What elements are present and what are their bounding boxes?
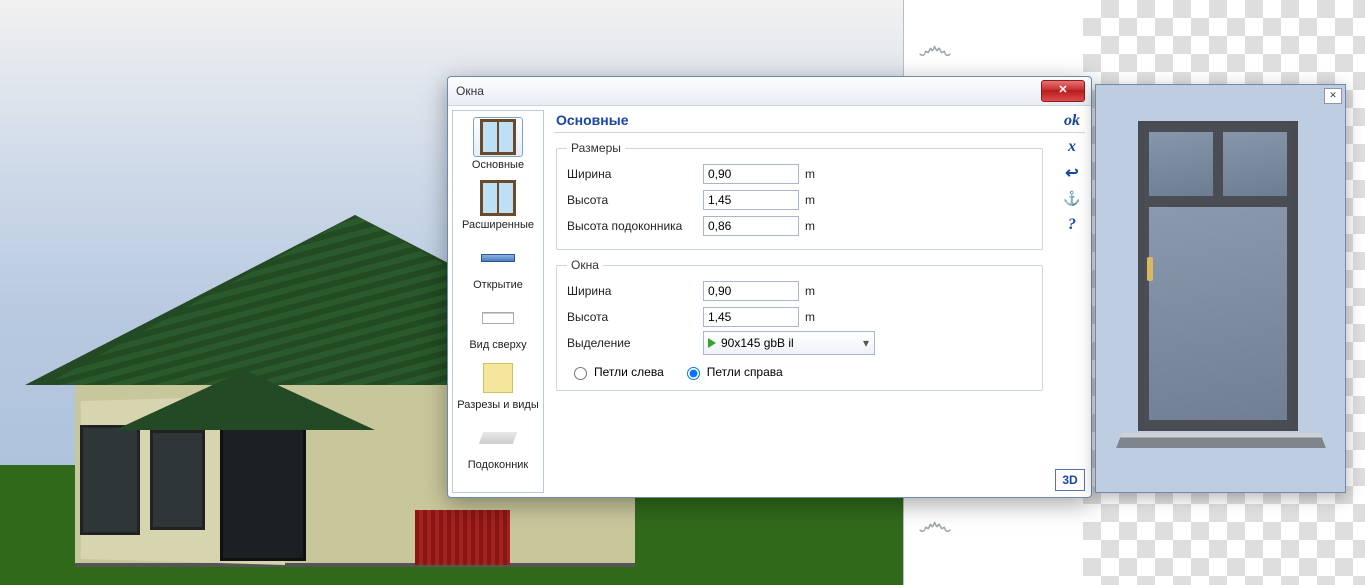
preview-close-button[interactable]: ✕ <box>1324 88 1342 104</box>
selection-value: 90x145 gbB il <box>721 336 858 350</box>
nav-item-extended[interactable]: Расширенные <box>456 177 540 235</box>
hinge-left-input[interactable] <box>574 367 587 380</box>
nav-item-label: Вид сверху <box>469 339 526 351</box>
toggle-3d-button[interactable]: 3D <box>1055 469 1085 491</box>
hinge-right-label: Петли справа <box>707 365 783 379</box>
hinge-right-radio[interactable]: Петли справа <box>682 364 783 380</box>
dialog-nav: Основные Расширенные Открытие Вид сверху… <box>452 110 544 493</box>
sill-icon <box>479 432 517 444</box>
width-label: Ширина <box>567 167 697 181</box>
plan-symbol: ෴ <box>918 26 958 74</box>
window-preview-panel: ✕ <box>1095 84 1346 493</box>
nav-item-label: Разрезы и виды <box>457 399 539 411</box>
shutter-element <box>415 510 510 565</box>
nav-item-label: Открытие <box>473 279 523 291</box>
dialog-content: Основные ok x ↩ ⚓ ? Размеры Ширина m Выс… <box>548 106 1091 497</box>
group-legend: Размеры <box>567 141 625 155</box>
height-label: Высота <box>567 193 697 207</box>
back-button[interactable]: ↩ <box>1059 162 1085 184</box>
hinge-left-radio[interactable]: Петли слева <box>569 364 664 380</box>
dialog-close-button[interactable]: ✕ <box>1041 80 1085 102</box>
sill-height-label: Высота подоконника <box>567 219 697 233</box>
nav-item-sections[interactable]: Разрезы и виды <box>456 357 540 415</box>
width-input[interactable] <box>703 164 799 184</box>
window-icon <box>480 180 516 216</box>
opening-icon <box>481 254 515 262</box>
height-input[interactable] <box>703 190 799 210</box>
unit-label: m <box>805 310 815 324</box>
nav-item-sill[interactable]: Подоконник <box>456 417 540 475</box>
nav-item-main[interactable]: Основные <box>456 115 540 175</box>
preview-window <box>1138 121 1298 431</box>
win-height-input[interactable] <box>703 307 799 327</box>
selection-combo[interactable]: 90x145 gbB il ▾ <box>703 331 875 355</box>
unit-label: m <box>805 167 815 181</box>
hinge-left-label: Петли слева <box>594 365 664 379</box>
arrow-right-icon <box>708 338 716 348</box>
section-icon <box>483 363 513 393</box>
dimensions-group: Размеры Ширина m Высота m Высота подокон… <box>556 141 1043 250</box>
content-header: Основные <box>554 106 1085 133</box>
anchor-button[interactable]: ⚓ <box>1059 188 1085 210</box>
unit-label: m <box>805 193 815 207</box>
group-legend: Окна <box>567 258 603 272</box>
dialog-titlebar[interactable]: Окна ✕ <box>448 77 1091 106</box>
cancel-button[interactable]: x <box>1059 136 1085 158</box>
nav-item-label: Расширенные <box>462 219 534 231</box>
nav-item-top-view[interactable]: Вид сверху <box>456 297 540 355</box>
nav-item-opening[interactable]: Открытие <box>456 237 540 295</box>
selection-label: Выделение <box>567 336 697 350</box>
nav-item-label: Основные <box>472 159 524 171</box>
ok-button[interactable]: ok <box>1059 110 1085 132</box>
window-icon <box>480 119 516 155</box>
dialog-action-column: ok x ↩ ⚓ ? <box>1059 110 1085 236</box>
hinge-right-input[interactable] <box>687 367 700 380</box>
dialog-title: Окна <box>448 84 484 98</box>
window-handle-icon <box>1147 257 1153 281</box>
topview-icon <box>482 312 514 324</box>
win-width-input[interactable] <box>703 281 799 301</box>
win-width-label: Ширина <box>567 284 697 298</box>
windows-dialog: Окна ✕ Основные Расширенные Открытие Вид… <box>447 76 1092 498</box>
sill-height-input[interactable] <box>703 216 799 236</box>
plan-symbol: ෴ <box>918 502 958 550</box>
win-height-label: Высота <box>567 310 697 324</box>
nav-item-label: Подоконник <box>468 459 528 471</box>
unit-label: m <box>805 284 815 298</box>
chevron-down-icon: ▾ <box>858 336 874 350</box>
help-button[interactable]: ? <box>1059 214 1085 236</box>
windows-group: Окна Ширина m Высота m Выделение 90x145 … <box>556 258 1043 391</box>
unit-label: m <box>805 219 815 233</box>
preview-sill <box>1116 433 1326 448</box>
